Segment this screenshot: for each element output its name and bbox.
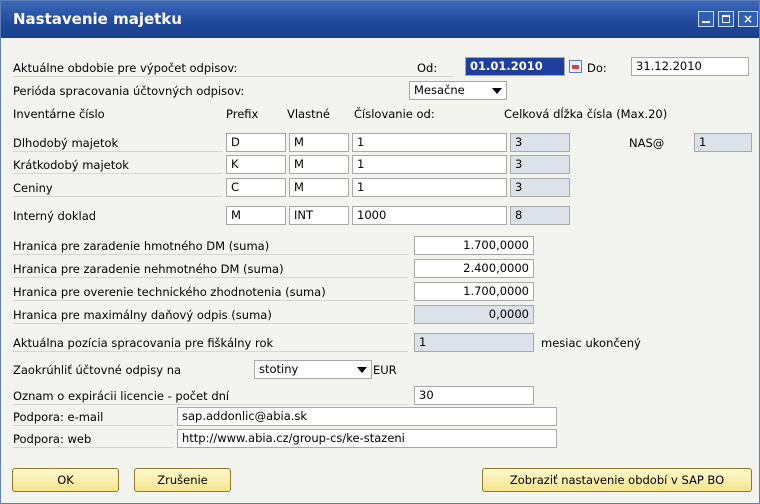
from-label: Od: (417, 61, 438, 75)
rounding-label: Zaokrúhliť účtovné odpisy na (13, 363, 182, 377)
inventory-header-label: Inventárne číslo (13, 107, 105, 121)
long-term-prefix-field[interactable]: D (226, 133, 286, 152)
internal-doc-own-field[interactable]: INT (289, 206, 349, 225)
to-date-field[interactable]: 31.12.2010 (631, 57, 749, 76)
nas-label: NAS@ (629, 136, 665, 150)
row-short-term-label: Krátkodobý majetok (13, 158, 129, 172)
close-icon[interactable]: × (738, 11, 758, 27)
internal-doc-prefix-field[interactable]: M (226, 206, 286, 225)
limit-technical-label: Hranica pre overenie technického zhodnot… (13, 285, 326, 299)
nas-field: 1 (694, 133, 752, 152)
total-length-header: Celková dĺžka čísla (Max.20) (504, 107, 668, 121)
fiscal-position-label: Aktuálna pozícia spracovania pre fiškáln… (13, 336, 274, 350)
valuables-own-field[interactable]: M (289, 178, 349, 197)
processing-period-select[interactable]: Mesačne (409, 81, 507, 100)
short-term-from-field[interactable]: 1 (352, 155, 507, 174)
license-expiry-field[interactable]: 30 (414, 386, 534, 405)
show-periods-button[interactable]: Zobraziť nastavenie období v SAP BO (482, 468, 752, 492)
chevron-down-icon (492, 88, 502, 94)
limit-intangible-field[interactable]: 2.400,0000 (414, 259, 534, 278)
valuables-length-field: 3 (510, 178, 570, 197)
minimize-icon[interactable] (698, 11, 714, 27)
settings-window: Nastavenie majetku × Aktuálne obdobie pr… (0, 0, 760, 504)
title-bar: Nastavenie majetku × (1, 1, 759, 38)
ok-button[interactable]: OK (12, 468, 119, 492)
fiscal-position-field: 1 (414, 333, 534, 352)
processing-period-value: Mesačne (414, 83, 465, 97)
own-header: Vlastné (287, 107, 330, 121)
currency-label: EUR (373, 363, 397, 377)
numbering-header: Číslovanie od: (354, 107, 435, 121)
short-term-length-field: 3 (510, 155, 570, 174)
limit-tangible-field[interactable]: 1.700,0000 (414, 236, 534, 255)
valuables-from-field[interactable]: 1 (352, 178, 507, 197)
limit-intangible-label: Hranica pre zaradenie nehmotného DM (sum… (13, 262, 284, 276)
period-label: Aktuálne obdobie pre výpočet odpisov: (13, 61, 238, 75)
cancel-button[interactable]: Zrušenie (134, 468, 231, 492)
support-web-field[interactable]: http://www.abia.cz/group-cs/ke-stazeni (177, 429, 557, 448)
from-date-field[interactable]: 01.01.2010 (465, 57, 565, 76)
calendar-icon[interactable] (569, 60, 582, 73)
limit-tangible-label: Hranica pre zaradenie hmotného DM (suma) (13, 239, 270, 253)
maximize-icon[interactable] (718, 11, 734, 27)
support-email-field[interactable]: sap.addonlic@abia.sk (177, 407, 557, 426)
rounding-value: stotiny (259, 362, 299, 376)
row-internal-doc-label: Interný doklad (13, 209, 97, 223)
internal-doc-length-field: 8 (510, 206, 570, 225)
processing-period-label: Perióda spracovania účtovných odpisov: (13, 84, 245, 98)
form-body: Aktuálne obdobie pre výpočet odpisov: Od… (9, 39, 753, 499)
chevron-down-icon (357, 367, 367, 373)
limit-tax-label: Hranica pre maximálny daňový odpis (suma… (13, 308, 272, 322)
long-term-from-field[interactable]: 1 (352, 133, 507, 152)
support-web-label: Podpora: web (13, 432, 92, 446)
rounding-select[interactable]: stotiny (254, 360, 372, 379)
long-term-length-field: 3 (510, 133, 570, 152)
short-term-own-field[interactable]: M (289, 155, 349, 174)
limit-tax-field: 0,0000 (414, 305, 534, 324)
window-title: Nastavenie majetku (13, 10, 182, 28)
short-term-prefix-field[interactable]: K (226, 155, 286, 174)
prefix-header: Prefix (226, 107, 259, 121)
valuables-prefix-field[interactable]: C (226, 178, 286, 197)
license-expiry-label: Oznam o expirácii licencie - počet dní (13, 389, 230, 403)
row-valuables-label: Ceniny (13, 181, 53, 195)
row-long-term-label: Dlhodobý majetok (13, 136, 119, 150)
fiscal-suffix-label: mesiac ukončený (541, 336, 641, 350)
internal-doc-from-field[interactable]: 1000 (352, 206, 507, 225)
support-email-label: Podpora: e-mail (13, 410, 104, 424)
limit-technical-field[interactable]: 1.700,0000 (414, 282, 534, 301)
to-label: Do: (587, 61, 607, 75)
long-term-own-field[interactable]: M (289, 133, 349, 152)
